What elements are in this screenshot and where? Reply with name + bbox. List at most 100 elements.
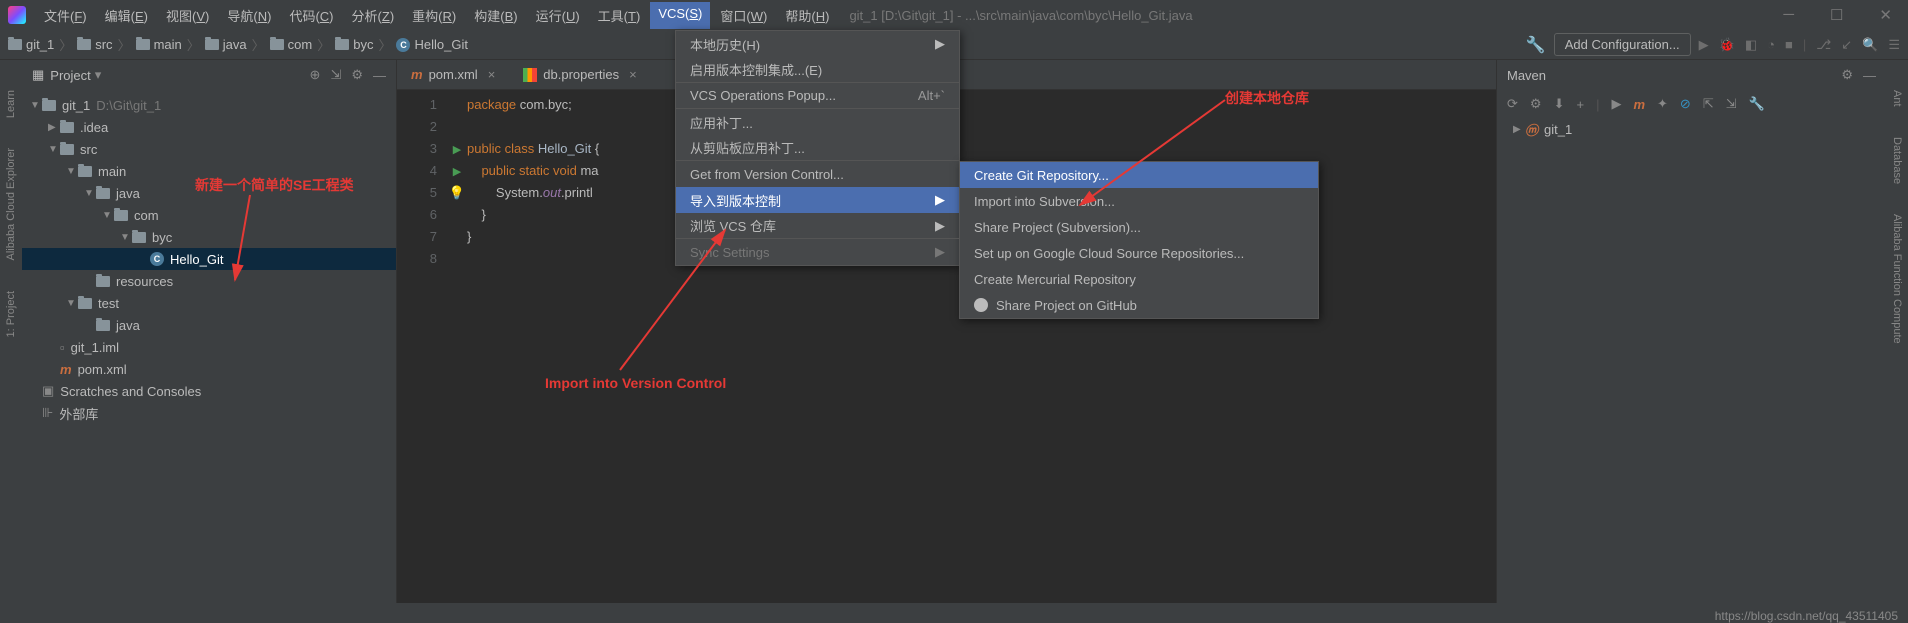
rail-alibaba-explorer[interactable]: Alibaba Cloud Explorer [5, 148, 17, 261]
git-icon[interactable]: ⎇ [1816, 37, 1831, 53]
tab-close-icon[interactable]: × [488, 67, 496, 82]
maven-add-icon[interactable]: + [1576, 97, 1584, 112]
maven-project-label: git_1 [1544, 122, 1572, 137]
rail-database[interactable]: Database [1891, 137, 1903, 184]
crumb-main[interactable]: main [136, 37, 182, 52]
crumb-git_1[interactable]: git_1 [8, 37, 54, 52]
close-button[interactable]: ✕ [1871, 2, 1900, 28]
tab-db-properties[interactable]: db.properties× [509, 60, 650, 89]
tree-node-java[interactable]: java [22, 314, 396, 336]
add-configuration-button[interactable]: Add Configuration... [1554, 33, 1691, 56]
maven-expand2-icon[interactable]: ⇲ [1726, 96, 1737, 112]
search-icon[interactable]: 🔍 [1862, 37, 1878, 53]
vcs-item-3[interactable]: 应用补丁... [676, 109, 959, 135]
menu-e[interactable]: 编辑(E) [97, 2, 156, 29]
vcs-item-5[interactable]: Get from Version Control... [676, 161, 959, 187]
vcs-sub-2[interactable]: Share Project (Subversion)... [960, 214, 1318, 240]
vcs-sub-4[interactable]: Create Mercurial Repository [960, 266, 1318, 292]
crumb-hello_git[interactable]: CHello_Git [396, 37, 467, 52]
tree-node-main[interactable]: ▼main [22, 160, 396, 182]
tree-node--idea[interactable]: ▶.idea [22, 116, 396, 138]
rail-alibaba-fc[interactable]: Alibaba Function Compute [1891, 214, 1903, 344]
tree-node-pom-xml[interactable]: mpom.xml [22, 358, 396, 380]
coverage-icon[interactable]: ◧ [1745, 37, 1757, 53]
vcs-dropdown[interactable]: 本地历史(H)▶启用版本控制集成...(E)VCS Operations Pop… [675, 30, 960, 266]
tab-close-icon[interactable]: × [629, 67, 637, 82]
maven-hide-icon[interactable]: — [1863, 68, 1876, 83]
titlebar: 文件(F)编辑(E)视图(V)导航(N)代码(C)分析(Z)重构(R)构建(B)… [0, 0, 1908, 30]
tree-node-byc[interactable]: ▼byc [22, 226, 396, 248]
crumb-byc[interactable]: byc [335, 37, 373, 52]
vcs-import-submenu[interactable]: Create Git Repository...Import into Subv… [959, 161, 1319, 319]
vcs-sub-3[interactable]: Set up on Google Cloud Source Repositori… [960, 240, 1318, 266]
maven-toggle-icon[interactable]: ✦ [1657, 96, 1668, 112]
tree-node-git-1-iml[interactable]: ▫git_1.iml [22, 336, 396, 358]
menu-r[interactable]: 重构(R) [404, 2, 464, 29]
maven-project-node[interactable]: ▶ ⓜ git_1 [1497, 118, 1886, 140]
tree-node-java[interactable]: ▼java [22, 182, 396, 204]
gear-icon[interactable]: ⚙ [351, 67, 363, 83]
maven-panel: Maven ⚙ — ⟳ ⚙ ⬇ + | ▶ m ✦ ⊘ ⇱ ⇲ 🔧 ▶ ⓜ gi… [1496, 60, 1886, 603]
rail-ant[interactable]: Ant [1891, 90, 1903, 107]
menu-n[interactable]: 导航(N) [219, 2, 279, 29]
expand-icon[interactable]: ⇲ [330, 67, 341, 83]
menu-t[interactable]: 工具(T) [590, 2, 649, 29]
menu-u[interactable]: 运行(U) [528, 2, 588, 29]
run-icon[interactable]: ▶ [1699, 37, 1709, 53]
vcs-item-2[interactable]: VCS Operations Popup...Alt+` [676, 83, 959, 109]
left-tool-rail: Learn Alibaba Cloud Explorer 1: Project [0, 60, 22, 603]
locate-icon[interactable]: ⊕ [310, 67, 321, 83]
maximize-button[interactable]: ☐ [1822, 2, 1851, 28]
project-panel-header: ▦ Project ▾ ⊕ ⇲ ⚙ — [22, 60, 396, 90]
minimize-button[interactable]: ─ [1775, 2, 1802, 28]
debug-icon[interactable]: 🐞 [1719, 37, 1735, 53]
vcs-item-6[interactable]: 导入到版本控制▶Create Git Repository...Import i… [676, 187, 959, 213]
maven-run-icon[interactable]: ▶ [1611, 96, 1621, 112]
maven-download-icon[interactable]: ⬇ [1554, 96, 1565, 112]
hide-icon[interactable]: — [373, 68, 386, 83]
tree-node-com[interactable]: ▼com [22, 204, 396, 226]
tree-node-scratches-and-consoles[interactable]: ▣Scratches and Consoles [22, 380, 396, 402]
menu-z[interactable]: 分析(Z) [344, 2, 403, 29]
menu-v[interactable]: 视图(V) [158, 2, 217, 29]
tree-node-test[interactable]: ▼test [22, 292, 396, 314]
maven-m-icon[interactable]: m [1633, 97, 1645, 112]
menu-vcss[interactable]: VCS(S) [650, 2, 710, 29]
profile-icon[interactable]: ◔ [1767, 37, 1775, 52]
vcs-item-7[interactable]: 浏览 VCS 仓库▶ [676, 213, 959, 239]
maven-collapse-icon[interactable]: ⇱ [1703, 96, 1714, 112]
crumb-java[interactable]: java [205, 37, 247, 52]
vcs-item-1[interactable]: 启用版本控制集成...(E) [676, 57, 959, 83]
tab-pom-xml[interactable]: mpom.xml× [397, 60, 509, 89]
build-icon[interactable]: 🔧 [1526, 35, 1546, 55]
crumb-com[interactable]: com [270, 37, 313, 52]
project-tree[interactable]: ▼git_1D:\Git\git_1▶.idea▼src▼main▼java▼c… [22, 90, 396, 603]
rail-project[interactable]: 1: Project [5, 291, 17, 337]
stop-icon[interactable]: ■ [1785, 37, 1793, 52]
menu-f[interactable]: 文件(F) [36, 2, 95, 29]
settings-icon[interactable]: ☰ [1888, 37, 1900, 53]
tree-node----[interactable]: ⊪外部库 [22, 402, 396, 424]
vcs-sub-1[interactable]: Import into Subversion... [960, 188, 1318, 214]
maven-skip-icon[interactable]: ⊘ [1680, 96, 1691, 112]
menu-w[interactable]: 窗口(W) [712, 2, 775, 29]
vcs-sub-5[interactable]: Share Project on GitHub [960, 292, 1318, 318]
tree-node-src[interactable]: ▼src [22, 138, 396, 160]
crumb-src[interactable]: src [77, 37, 112, 52]
menu-b[interactable]: 构建(B) [466, 2, 525, 29]
tree-node-resources[interactable]: resources [22, 270, 396, 292]
rail-learn[interactable]: Learn [5, 90, 17, 118]
tree-node-hello-git[interactable]: CHello_Git [22, 248, 396, 270]
update-icon[interactable]: ↙ [1841, 37, 1852, 53]
maven-generate-icon[interactable]: ⚙ [1530, 96, 1542, 112]
vcs-sub-0[interactable]: Create Git Repository... [960, 162, 1318, 188]
maven-refresh-icon[interactable]: ⟳ [1507, 96, 1518, 112]
maven-wrench-icon[interactable]: 🔧 [1749, 96, 1765, 112]
tree-node-git-1[interactable]: ▼git_1D:\Git\git_1 [22, 94, 396, 116]
vcs-item-0[interactable]: 本地历史(H)▶ [676, 31, 959, 57]
app-logo [8, 6, 26, 24]
menu-c[interactable]: 代码(C) [281, 2, 341, 29]
maven-gear-icon[interactable]: ⚙ [1841, 67, 1853, 83]
vcs-item-4[interactable]: 从剪贴板应用补丁... [676, 135, 959, 161]
menu-h[interactable]: 帮助(H) [777, 2, 837, 29]
